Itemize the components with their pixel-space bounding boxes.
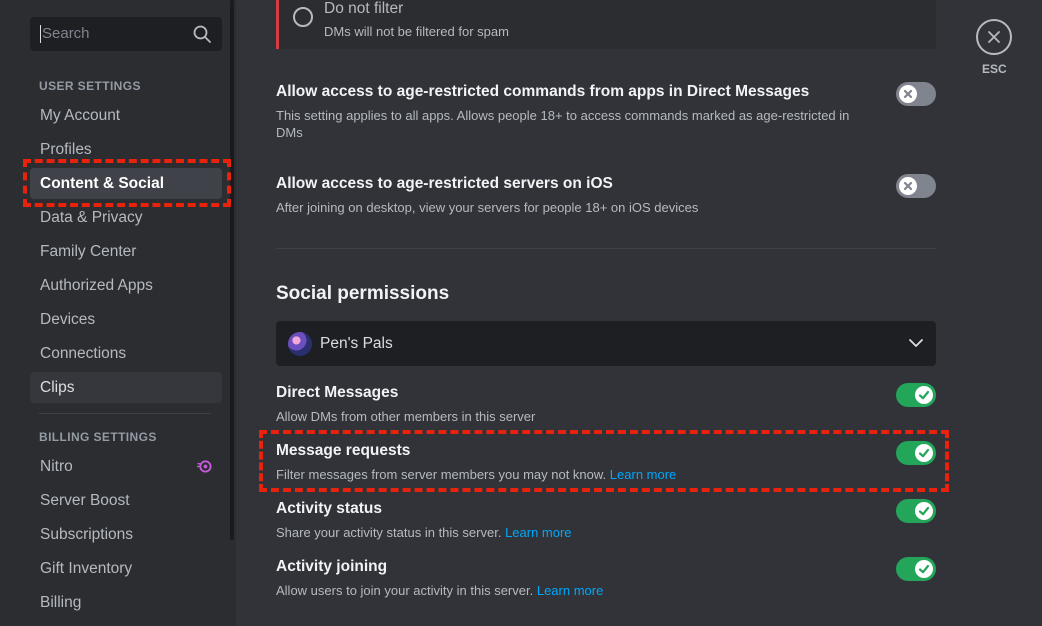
server-select-dropdown[interactable]: Pen's Pals — [276, 321, 936, 366]
age-servers-title: Allow access to age-restricted servers o… — [276, 175, 613, 192]
toggle-knob — [915, 502, 933, 520]
activity-status-desc: Share your activity status in this serve… — [276, 524, 876, 541]
check-icon — [918, 448, 930, 458]
activity-status-desc-text: Share your activity status in this serve… — [276, 525, 502, 540]
check-icon — [918, 506, 930, 516]
search-placeholder: Search — [40, 25, 192, 43]
sidebar-item-label: Subscriptions — [40, 525, 134, 543]
sidebar-item-data-privacy[interactable]: Data & Privacy — [30, 202, 222, 233]
social-permissions-heading: Social permissions — [276, 283, 450, 304]
sidebar-item-gift-inventory[interactable]: Gift Inventory — [30, 553, 222, 584]
direct-messages-title: Direct Messages — [276, 384, 399, 401]
sidebar-item-label: Authorized Apps — [40, 276, 153, 294]
toggle-knob — [915, 560, 933, 578]
sidebar-item-label: Clips — [40, 378, 75, 396]
message-requests-title: Message requests — [276, 442, 411, 459]
radio-button[interactable] — [293, 7, 313, 27]
sidebar-item-devices[interactable]: Devices — [30, 304, 222, 335]
sidebar-item-subscriptions[interactable]: Subscriptions — [30, 519, 222, 550]
activity-joining-title: Activity joining — [276, 558, 388, 575]
close-icon — [988, 31, 1000, 43]
message-requests-desc-text: Filter messages from server members you … — [276, 467, 607, 482]
content-panel: Do not filter DMs will not be filtered f… — [236, 0, 1042, 626]
learn-more-link[interactable]: Learn more — [537, 583, 603, 598]
activity-status-title: Activity status — [276, 500, 382, 517]
toggle-knob — [899, 177, 917, 195]
section-divider — [276, 248, 936, 249]
billing-settings-header: BILLING SETTINGS — [39, 430, 157, 444]
sidebar-item-label: Gift Inventory — [40, 559, 133, 577]
close-button[interactable] — [976, 19, 1012, 55]
search-icon — [193, 25, 211, 43]
sidebar-item-label: Devices — [40, 310, 96, 328]
sidebar-item-label: Billing — [40, 593, 82, 611]
sidebar-scrollbar[interactable] — [230, 0, 234, 540]
settings-sidebar: Search USER SETTINGS My Account Profiles… — [0, 0, 236, 626]
user-settings-header: USER SETTINGS — [39, 79, 141, 93]
toggle-knob — [915, 386, 933, 404]
sidebar-item-label: Profiles — [40, 140, 92, 158]
sidebar-item-my-account[interactable]: My Account — [30, 100, 222, 131]
sidebar-item-server-boost[interactable]: Server Boost — [30, 485, 222, 516]
sidebar-item-label: Server Boost — [40, 491, 130, 509]
sidebar-item-nitro[interactable]: Nitro — [30, 451, 222, 482]
message-requests-desc: Filter messages from server members you … — [276, 466, 876, 483]
activity-status-toggle[interactable] — [896, 499, 936, 523]
search-input[interactable]: Search — [30, 17, 222, 51]
option-title: Do not filter — [324, 0, 404, 17]
sidebar-item-billing[interactable]: Billing — [30, 587, 222, 618]
esc-label: ESC — [982, 62, 1007, 76]
activity-joining-desc-text: Allow users to join your activity in thi… — [276, 583, 534, 598]
option-desc: DMs will not be filtered for spam — [324, 24, 509, 39]
sidebar-item-label: Nitro — [40, 457, 73, 475]
age-commands-toggle[interactable] — [896, 82, 936, 106]
sidebar-item-label: My Account — [40, 106, 121, 124]
toggle-knob — [899, 85, 917, 103]
age-commands-desc: This setting applies to all apps. Allows… — [276, 108, 850, 140]
age-servers-toggle[interactable] — [896, 174, 936, 198]
sidebar-item-connections[interactable]: Connections — [30, 338, 222, 369]
sidebar-item-clips[interactable]: Clips — [30, 372, 222, 403]
message-requests-toggle[interactable] — [896, 441, 936, 465]
sidebar-item-label: Family Center — [40, 242, 137, 260]
server-avatar — [288, 332, 312, 356]
age-commands-title: Allow access to age-restricted commands … — [276, 83, 810, 100]
activity-joining-desc: Allow users to join your activity in thi… — [276, 582, 876, 599]
sidebar-item-label: Connections — [40, 344, 127, 362]
check-icon — [918, 564, 930, 574]
sidebar-item-content-social[interactable]: Content & Social — [30, 168, 222, 199]
check-icon — [918, 390, 930, 400]
toggle-knob — [915, 444, 933, 462]
sidebar-item-authorized-apps[interactable]: Authorized Apps — [30, 270, 222, 301]
x-icon — [903, 89, 913, 99]
x-icon — [903, 181, 913, 191]
age-servers-desc: After joining on desktop, view your serv… — [276, 200, 699, 215]
sidebar-item-label: Content & Social — [40, 174, 165, 192]
sidebar-divider — [39, 413, 211, 414]
spam-option-do-not-filter[interactable]: Do not filter DMs will not be filtered f… — [276, 0, 936, 49]
direct-messages-toggle[interactable] — [896, 383, 936, 407]
activity-joining-toggle[interactable] — [896, 557, 936, 581]
chevron-down-icon — [909, 339, 923, 347]
sidebar-item-family-center[interactable]: Family Center — [30, 236, 222, 267]
learn-more-link[interactable]: Learn more — [505, 525, 571, 540]
direct-messages-desc: Allow DMs from other members in this ser… — [276, 409, 536, 424]
nitro-icon — [197, 460, 212, 473]
learn-more-link[interactable]: Learn more — [610, 467, 676, 482]
server-name: Pen's Pals — [320, 335, 393, 352]
sidebar-item-profiles[interactable]: Profiles — [30, 134, 222, 165]
sidebar-item-label: Data & Privacy — [40, 208, 143, 226]
